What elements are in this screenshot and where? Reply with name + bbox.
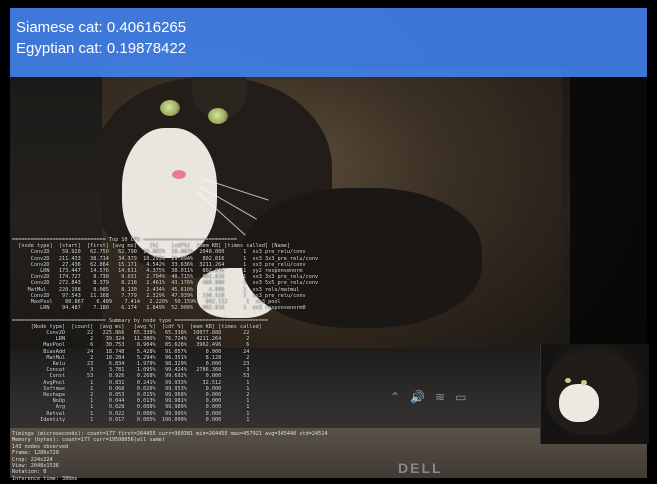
cat-right-eye [208,108,228,124]
result-top-2: Egyptian cat: 0.19878422 [16,40,187,57]
monitor-brand-logo: DELL [398,460,443,476]
cat-left-eye [160,100,180,116]
cat-nose [172,170,186,179]
debug-info-line: Inference time: 386ms [12,475,78,482]
debug-info: Timings (microseconds): count=177 first=… [12,431,327,482]
benchmark-stats: ============================== Top 10 CP… [12,237,532,423]
thumb-eye-left [565,378,571,383]
thumb-eye-right [581,380,587,385]
crop-preview-thumbnail [540,344,649,444]
stats-line: Identity 1 0.017 0.005% 100.000% 0.000 1 [12,416,250,423]
thumb-cat-white [559,384,599,422]
result-top-1: Siamese cat: 0.40616265 [16,19,187,36]
classification-results-panel: Siamese cat: 0.40616265 Egyptian cat: 0.… [10,8,647,77]
